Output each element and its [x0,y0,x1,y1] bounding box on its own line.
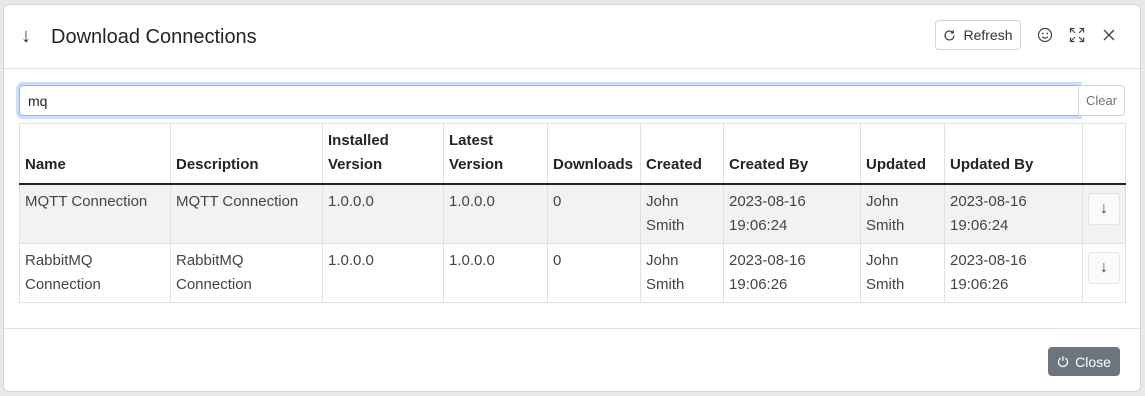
refresh-button[interactable]: Refresh [935,20,1021,50]
column-header-actions [1082,123,1126,185]
maximize-icon[interactable] [1067,24,1087,46]
cell-latest-version: 1.0.0.0 [443,243,548,303]
cell-created: John Smith [640,183,724,244]
cell-name: MQTT Connection [19,183,171,244]
download-connections-dialog: ↓ Download Connections Refresh mq Clear … [3,4,1141,392]
close-icon[interactable] [1099,24,1119,46]
search-bar: Clear [19,85,1125,116]
cell-updated: John Smith [860,243,945,303]
dialog-header: ↓ Download Connections Refresh [4,5,1140,69]
column-header-created[interactable]: Created [640,123,724,185]
cell-created-by: 2023-08-16 19:06:26 [723,243,861,303]
cell-updated: John Smith [860,183,945,244]
cell-downloads: 0 [547,243,641,303]
download-button[interactable]: ↓ [1088,252,1120,284]
dialog-title: Download Connections [51,26,257,48]
cell-downloads: 0 [547,183,641,244]
clear-button[interactable]: Clear [1078,85,1125,116]
column-header-downloads[interactable]: Downloads [547,123,641,185]
arrow-down-icon: ↓ [21,25,31,47]
refresh-icon [944,29,956,41]
cell-description: MQTT Connection [170,183,323,244]
smiley-icon[interactable] [1035,24,1055,46]
arrow-down-icon: ↓ [1100,259,1108,276]
column-header-description[interactable]: Description [170,123,323,185]
connections-table: Name Description Installed Version Lates… [19,123,1126,303]
cell-name: RabbitMQ Connection [19,243,171,303]
cell-updated-by: 2023-08-16 19:06:24 [944,183,1083,244]
cell-installed-version: 1.0.0.0 [322,243,444,303]
column-header-name[interactable]: Name [19,123,171,185]
column-header-updated[interactable]: Updated [860,123,945,185]
column-header-updated-by[interactable]: Updated By [944,123,1083,185]
cell-created-by: 2023-08-16 19:06:24 [723,183,861,244]
table-row: MQTT Connection MQTT Connection 1.0.0.0 … [19,183,1126,244]
column-header-created-by[interactable]: Created By [723,123,861,185]
search-input[interactable] [19,85,1079,116]
cell-latest-version: 1.0.0.0 [443,183,548,244]
arrow-down-icon: ↓ [1100,200,1108,217]
column-header-installed-version[interactable]: Installed Version [322,123,444,185]
refresh-label: Refresh [963,27,1013,43]
power-icon [1058,356,1069,368]
table-row: RabbitMQ Connection RabbitMQ Connection … [19,243,1126,303]
cell-updated-by: 2023-08-16 19:06:26 [944,243,1083,303]
cell-action: ↓ [1082,243,1126,303]
download-button[interactable]: ↓ [1088,193,1120,225]
table-header-row: Name Description Installed Version Lates… [19,123,1126,185]
cell-action: ↓ [1082,183,1126,244]
close-button[interactable]: Close [1048,347,1120,376]
cell-description: RabbitMQ Connection [170,243,323,303]
close-label: Close [1075,353,1111,370]
cell-installed-version: 1.0.0.0 [322,183,444,244]
cell-created: John Smith [640,243,724,303]
column-header-latest-version[interactable]: Latest Version [443,123,548,185]
dialog-footer: Close [4,328,1140,391]
